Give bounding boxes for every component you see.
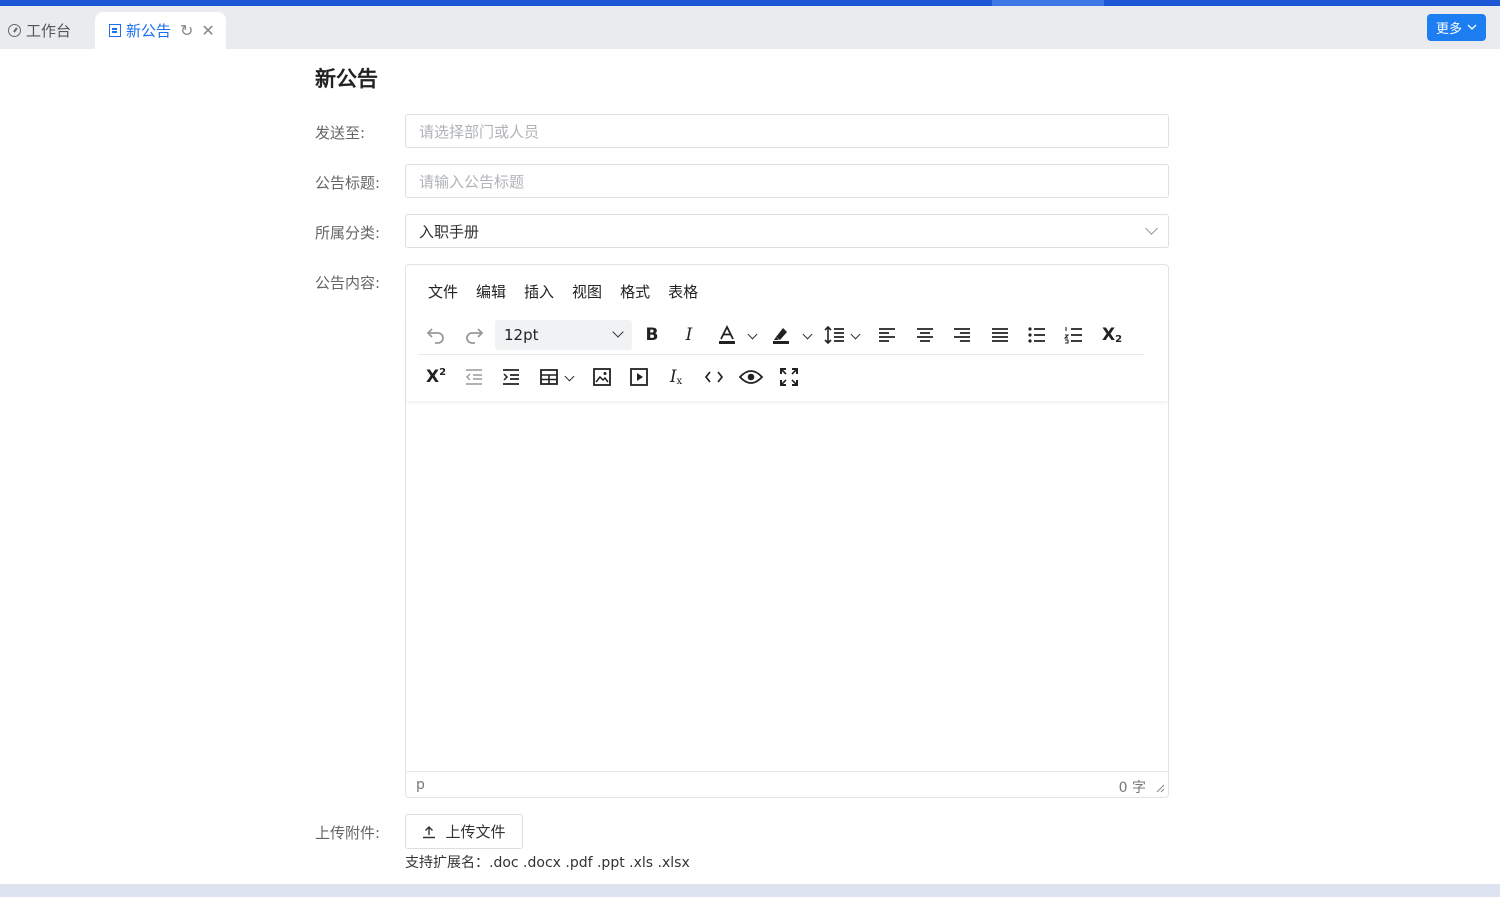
- clear-format-icon[interactable]: Ix: [661, 362, 691, 392]
- rich-text-editor: 文件 编辑 插入 视图 格式 表格 12pt B I X 2 X 2 I x p…: [405, 264, 1169, 798]
- notice-title-label: 公告标题:: [315, 174, 381, 192]
- menu-format[interactable]: 格式: [620, 281, 650, 302]
- close-icon[interactable]: ✕: [201, 21, 214, 40]
- align-left-icon[interactable]: [872, 320, 902, 350]
- category-label: 所属分类:: [315, 224, 381, 242]
- upload-file-button[interactable]: 上传文件: [405, 814, 523, 849]
- dashboard-icon: [8, 24, 21, 37]
- notice-title-placeholder: 请输入公告标题: [419, 172, 525, 191]
- more-button[interactable]: 更多: [1427, 14, 1486, 41]
- tab-workbench-label: 工作台: [26, 22, 72, 40]
- menu-file[interactable]: 文件: [428, 281, 458, 302]
- refresh-icon[interactable]: ↻: [180, 21, 193, 40]
- allowed-extensions-hint: 支持扩展名：.doc .docx .pdf .ppt .xls .xlsx: [405, 855, 690, 871]
- page-title: 新公告: [315, 67, 378, 91]
- fullscreen-icon[interactable]: [774, 362, 804, 392]
- highlight-icon[interactable]: [766, 320, 796, 350]
- content-label: 公告内容:: [315, 274, 381, 292]
- bullet-list-icon[interactable]: [1022, 320, 1052, 350]
- word-count: 0 字: [1118, 780, 1146, 796]
- send-to-input[interactable]: 请选择部门或人员: [405, 114, 1169, 148]
- editor-statusbar: p 0 字: [406, 771, 1168, 797]
- table-icon[interactable]: [534, 362, 564, 392]
- menu-table[interactable]: 表格: [668, 281, 698, 302]
- attachment-label: 上传附件:: [315, 824, 381, 842]
- image-icon[interactable]: [587, 362, 617, 392]
- upload-icon: [423, 825, 436, 838]
- chevron-down-icon[interactable]: [564, 371, 575, 382]
- taskbar-strip: [0, 884, 1500, 897]
- align-center-icon[interactable]: [910, 320, 940, 350]
- chevron-down-icon: [1467, 24, 1477, 30]
- element-path[interactable]: p: [416, 777, 425, 793]
- tab-new-notice[interactable]: 新公告 ↻ ✕: [95, 12, 226, 49]
- send-to-label: 发送至:: [315, 124, 366, 142]
- font-size-value: 12pt: [504, 326, 539, 344]
- font-size-select[interactable]: 12pt: [495, 320, 632, 350]
- superscript-icon[interactable]: X2: [421, 362, 451, 392]
- notice-title-input[interactable]: 请输入公告标题: [405, 164, 1169, 198]
- tab-bar: 工作台 新公告 ↻ ✕: [0, 6, 1500, 49]
- outdent-icon[interactable]: [459, 362, 489, 392]
- menu-insert[interactable]: 插入: [524, 281, 554, 302]
- italic-icon[interactable]: I: [674, 320, 704, 350]
- upload-file-label: 上传文件: [445, 823, 506, 841]
- tab-new-notice-label: 新公告: [126, 22, 172, 40]
- document-icon: [109, 24, 121, 37]
- bold-icon[interactable]: B: [637, 320, 667, 350]
- chevron-down-icon[interactable]: [747, 329, 758, 340]
- preview-icon[interactable]: [736, 362, 766, 392]
- resize-handle-icon[interactable]: [1156, 784, 1165, 793]
- menu-view[interactable]: 视图: [572, 281, 602, 302]
- more-button-label: 更多: [1435, 22, 1462, 37]
- editor-toolbar: 12pt B I X 2 X 2 I x: [406, 317, 1168, 401]
- indent-icon[interactable]: [496, 362, 526, 392]
- numbered-list-icon[interactable]: [1059, 320, 1089, 350]
- text-color-icon[interactable]: [712, 320, 742, 350]
- editor-menubar: 文件 编辑 插入 视图 格式 表格: [428, 281, 698, 302]
- code-icon[interactable]: [699, 362, 729, 392]
- undo-icon[interactable]: [421, 320, 451, 350]
- line-height-icon[interactable]: [820, 320, 850, 350]
- chevron-down-icon[interactable]: [802, 329, 813, 340]
- subscript-icon[interactable]: X2: [1097, 320, 1127, 350]
- justify-icon[interactable]: [985, 320, 1015, 350]
- category-select[interactable]: 入职手册: [405, 214, 1169, 248]
- tab-workbench[interactable]: 工作台: [8, 12, 71, 49]
- send-to-placeholder: 请选择部门或人员: [419, 122, 540, 141]
- chevron-down-icon[interactable]: [850, 329, 861, 340]
- category-value: 入职手册: [419, 222, 480, 241]
- media-icon[interactable]: [624, 362, 654, 392]
- menu-edit[interactable]: 编辑: [476, 281, 506, 302]
- chevron-down-icon: [612, 326, 624, 338]
- align-right-icon[interactable]: [947, 320, 977, 350]
- chevron-down-icon: [1145, 222, 1158, 235]
- redo-icon[interactable]: [459, 320, 489, 350]
